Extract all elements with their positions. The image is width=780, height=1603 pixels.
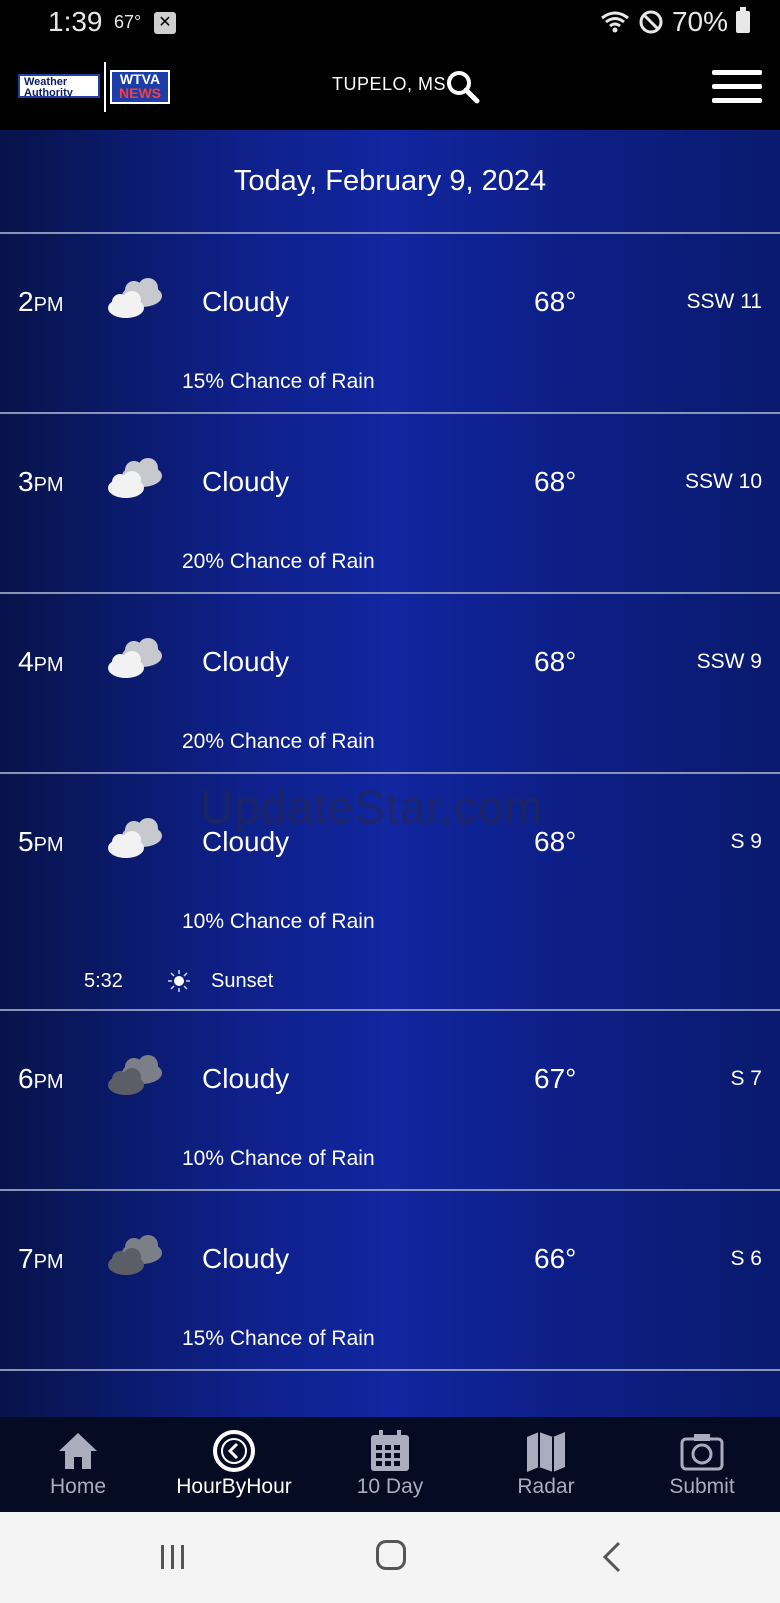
rain-chance: 20% Chance of Rain (182, 730, 375, 753)
home-button-icon[interactable] (376, 1540, 406, 1570)
wind: S 6 (730, 1247, 762, 1270)
partly-cloudy-icon (104, 818, 166, 862)
wind: SSW 9 (696, 650, 762, 673)
bottom-nav: Home HourByHour 10 Day Radar Submit (0, 1417, 780, 1512)
nav-hourbyhour[interactable]: HourByHour (156, 1417, 312, 1512)
dnd-icon (639, 10, 663, 34)
partly-cloudy-icon (104, 638, 166, 682)
status-bar: 1:39 67° ✕ 70% (0, 0, 780, 48)
date-header: Today, February 9, 2024 (0, 130, 780, 234)
condition-label: Cloudy (202, 466, 290, 497)
nav-10day[interactable]: 10 Day (312, 1417, 468, 1512)
nav-home-label: Home (49, 1475, 107, 1498)
hour-row[interactable]: 2PM Cloudy 68° SSW 11 15% Chance of Rain (0, 234, 780, 414)
partly-cloudy-icon (104, 458, 166, 502)
nav-radar-label: Radar (517, 1475, 575, 1498)
partly-cloudy-icon (104, 278, 166, 322)
logo-wtva: WTVA (119, 71, 161, 87)
nav-submit[interactable]: Submit (624, 1417, 780, 1512)
sunset-label: Sunset (211, 970, 274, 992)
logo-news: NEWS (119, 85, 161, 101)
camera-icon (680, 1434, 724, 1471)
condition-label: Cloudy (202, 1243, 290, 1274)
wind: SSW 10 (684, 470, 762, 493)
rain-chance: 20% Chance of Rain (182, 550, 375, 573)
hour-row[interactable]: 3PM Cloudy 68° SSW 10 20% Chance of Rain (0, 414, 780, 594)
recents-icon[interactable] (158, 1542, 188, 1572)
battery-icon (736, 7, 750, 33)
wind: S 7 (730, 1067, 762, 1090)
temperature: 68° (534, 646, 577, 677)
logo-divider (104, 62, 106, 112)
hour-label: 6PM (18, 1063, 64, 1094)
status-temp: 67° (114, 12, 142, 32)
condition-label: Cloudy (202, 646, 290, 677)
hamburger-menu-icon[interactable] (712, 70, 762, 106)
app-header: Weather Authority WTVA NEWS TUPELO, MS (0, 48, 780, 130)
temperature: 66° (534, 1243, 577, 1274)
hour-row[interactable]: 7PM Cloudy 66° S 6 15% Chance of Rain (0, 1191, 780, 1371)
condition-label: Cloudy (202, 1063, 290, 1094)
wind: S 9 (730, 830, 762, 853)
rain-chance: 15% Chance of Rain (182, 370, 375, 393)
wtva-news-logo[interactable]: WTVA NEWS (110, 70, 170, 104)
wifi-icon (601, 11, 629, 33)
temperature: 67° (534, 1063, 577, 1094)
hour-row[interactable]: 6PM Cloudy 67° S 7 10% Chance of Rain (0, 1011, 780, 1191)
battery-percent: 70% (671, 6, 728, 37)
rain-chance: 10% Chance of Rain (182, 910, 375, 933)
search-icon[interactable] (446, 70, 480, 104)
hour-label: 7PM (18, 1243, 64, 1274)
weather-authority-logo[interactable]: Weather Authority (18, 74, 100, 99)
home-icon (59, 1433, 97, 1469)
nav-radar[interactable]: Radar (468, 1417, 624, 1512)
map-icon (527, 1432, 565, 1472)
clock-back-icon (213, 1430, 255, 1472)
cloudy-night-icon (104, 1055, 166, 1099)
wind: SSW 11 (686, 290, 762, 313)
sunset-time: 5:32 (84, 970, 123, 992)
status-time: 1:39 (48, 6, 103, 37)
nav-home[interactable]: Home (0, 1417, 156, 1512)
temperature: 68° (534, 286, 577, 317)
hour-label: 4PM (18, 646, 64, 677)
system-nav-bar (0, 1512, 780, 1603)
calendar-icon (371, 1430, 409, 1471)
watermark: UpdateStar.com (200, 781, 544, 833)
notification-icon: ✕ (154, 12, 176, 34)
hourly-forecast[interactable]: Today, February 9, 2024 2PM Cloudy 68° SSW … (0, 130, 780, 1417)
rain-chance: 15% Chance of Rain (182, 1327, 375, 1350)
sun-icon (168, 970, 190, 992)
rain-chance: 10% Chance of Rain (182, 1147, 375, 1170)
status-right: 70% (600, 6, 750, 38)
hour-label: 2PM (18, 286, 64, 317)
hour-row[interactable]: 4PM Cloudy 68° SSW 9 20% Chance of Rain (0, 594, 780, 774)
hour-label: 3PM (18, 466, 64, 497)
hour-label: 5PM (18, 826, 64, 857)
nav-submit-label: Submit (669, 1475, 735, 1498)
nav-10day-label: 10 Day (356, 1475, 424, 1498)
location-label[interactable]: TUPELO, MS (332, 74, 446, 95)
condition-label: Cloudy (202, 286, 290, 317)
nav-hourbyhour-label: HourByHour (176, 1475, 292, 1498)
cloudy-night-icon (104, 1235, 166, 1279)
back-icon[interactable] (600, 1540, 624, 1574)
temperature: 68° (534, 466, 577, 497)
